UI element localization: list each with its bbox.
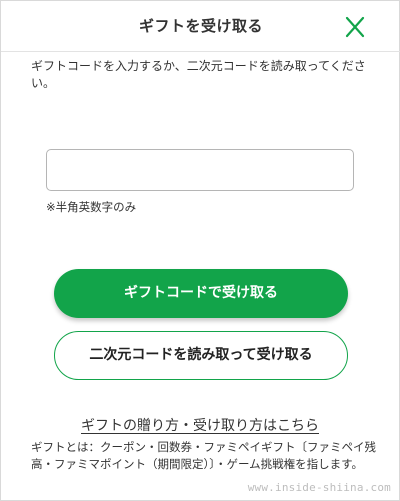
- watermark: www.inside-shiina.com: [247, 481, 391, 494]
- receive-with-qr-button[interactable]: 二次元コードを読み取って受け取る: [54, 331, 348, 380]
- input-note: ※半角英数字のみ: [46, 200, 137, 214]
- close-button[interactable]: [341, 13, 369, 41]
- receive-with-code-button[interactable]: ギフトコードで受け取る: [54, 269, 348, 318]
- instruction-text: ギフトコードを入力するか、二次元コードを読み取ってください。: [31, 59, 366, 90]
- close-icon: [345, 16, 365, 38]
- header-bar: ギフトを受け取る: [1, 1, 400, 52]
- gift-code-input[interactable]: [46, 149, 354, 191]
- howto-link[interactable]: ギフトの贈り方・受け取り方はこちら: [1, 415, 399, 435]
- gift-definition-note: ギフトとは：クーポン・回数券・ファミペイギフト〔ファミペイ残高・ファミマポイント…: [31, 440, 376, 471]
- screen-frame: ギフトを受け取る ギフトコードを入力するか、二次元コードを読み取ってください。 …: [0, 0, 400, 501]
